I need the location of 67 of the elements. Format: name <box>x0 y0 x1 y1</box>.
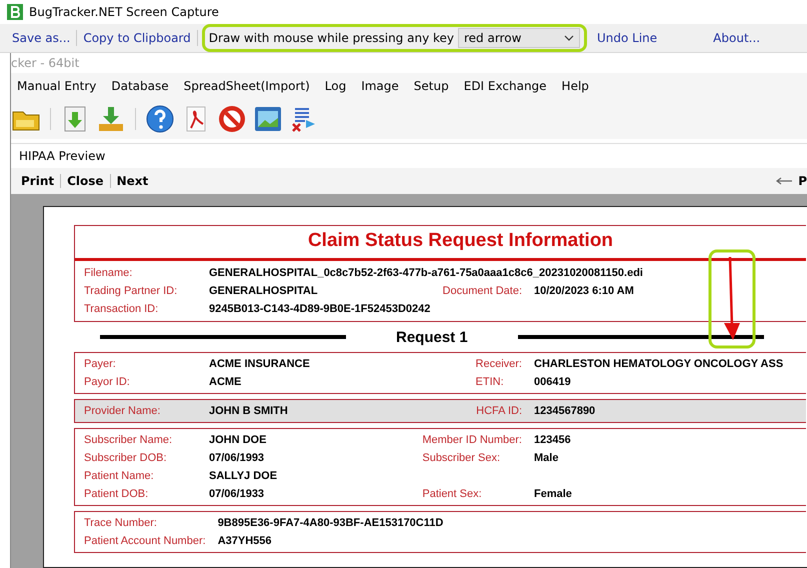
field-label: Transaction ID: <box>84 302 160 317</box>
field-label: Payer: <box>84 357 117 372</box>
menu-item[interactable]: Help <box>556 79 598 93</box>
menu-item[interactable]: EDI Exchange <box>458 79 556 93</box>
no-entry-icon[interactable] <box>217 104 247 134</box>
field-value: 123456 <box>534 433 572 448</box>
field-label: Patient Account Number: <box>84 534 206 549</box>
field-value: ACME INSURANCE <box>209 357 311 372</box>
menu-item[interactable]: Log <box>318 79 356 93</box>
field-value: CHARLESTON HEMATOLOGY ONCOLOGY ASS <box>534 357 784 372</box>
caret-icon[interactable] <box>564 35 574 41</box>
field-value: 07/06/1993 <box>209 451 266 466</box>
app-logo-icon <box>7 4 23 20</box>
field-label: Patient Name: <box>84 469 155 484</box>
help-icon[interactable] <box>145 104 175 134</box>
field-value: JOHN B SMITH <box>209 404 289 419</box>
field-label: Member ID Number: <box>422 433 522 448</box>
toolbar-button[interactable]: Save as... <box>6 31 76 45</box>
field-value: 9245B013-C143-4D89-9B0E-1F52453D0242 <box>209 302 432 317</box>
section-heading: Request 1 <box>396 328 468 346</box>
field-label: Subscriber Name: <box>84 433 174 448</box>
preview-button[interactable]: Next <box>110 174 154 188</box>
field-label: Payor ID: <box>84 375 131 390</box>
field-label: Patient DOB: <box>84 487 150 502</box>
field-value: 07/06/1933 <box>209 487 266 502</box>
field-value: 9B895E36-9FA7-4A80-93BF-AE153170C11D <box>218 516 444 531</box>
menu-item[interactable]: SpreadSheet(Import) <box>178 79 319 93</box>
field-value: SALLYJ DOE <box>209 469 278 484</box>
field-value: 10/20/2023 6:10 AM <box>534 284 635 299</box>
field-value: A37YH556 <box>218 534 273 549</box>
install-tray-icon[interactable] <box>96 104 126 134</box>
toolbar-button[interactable]: About... <box>707 31 766 45</box>
field-label: Subscriber DOB: <box>84 451 168 466</box>
menu-item[interactable]: Image <box>355 79 408 93</box>
field-value: 006419 <box>534 375 572 390</box>
field-value: GENERALHOSPITAL <box>209 284 319 299</box>
menu-item[interactable]: Setup <box>408 79 458 93</box>
field-label: ETIN: <box>476 375 505 390</box>
field-value: 1234567890 <box>534 404 596 419</box>
pane-title: HIPAA Preview <box>18 148 106 165</box>
field-value: Female <box>534 487 573 502</box>
field-value: Male <box>534 451 560 466</box>
field-value: ACME <box>209 375 242 390</box>
toolbar-button[interactable]: Copy to Clipboard <box>77 31 197 45</box>
field-label: Trace Number: <box>84 516 158 531</box>
field-label: Provider Name: <box>84 404 162 419</box>
field-label: Document Date: <box>442 284 522 299</box>
preview-button[interactable]: P <box>792 174 807 188</box>
picture-icon[interactable] <box>253 104 283 134</box>
menu-item[interactable]: Manual Entry <box>11 79 106 93</box>
field-label: HCFA ID: <box>476 404 522 419</box>
preview-button[interactable]: Print <box>15 174 60 188</box>
toolbar-button[interactable]: Undo Line <box>591 31 664 45</box>
field-label: Receiver: <box>476 357 522 372</box>
field-label: Patient Sex: <box>422 487 483 502</box>
draw-mode-dropdown[interactable]: red arrow <box>458 28 580 48</box>
menu-item[interactable]: Database <box>105 79 178 93</box>
app-window-title: cker - 64bit <box>11 55 80 72</box>
document-title: Claim Status Request Information <box>306 229 614 253</box>
field-label: Subscriber Sex: <box>422 451 502 466</box>
preview-button[interactable]: Close <box>61 174 110 188</box>
field-label: Filename: <box>84 266 134 281</box>
field-value: JOHN DOE <box>209 433 268 448</box>
draw-mode-label: Draw with mouse while pressing any key <box>208 31 455 45</box>
window-title: BugTracker.NET Screen Capture <box>29 5 219 19</box>
field-label: Trading Partner ID: <box>84 284 178 299</box>
field-value: GENERALHOSPITAL_0c8c7b52-2f63-477b-a761-75a0aaa1c8c6_20231020081150.edi <box>209 266 644 281</box>
